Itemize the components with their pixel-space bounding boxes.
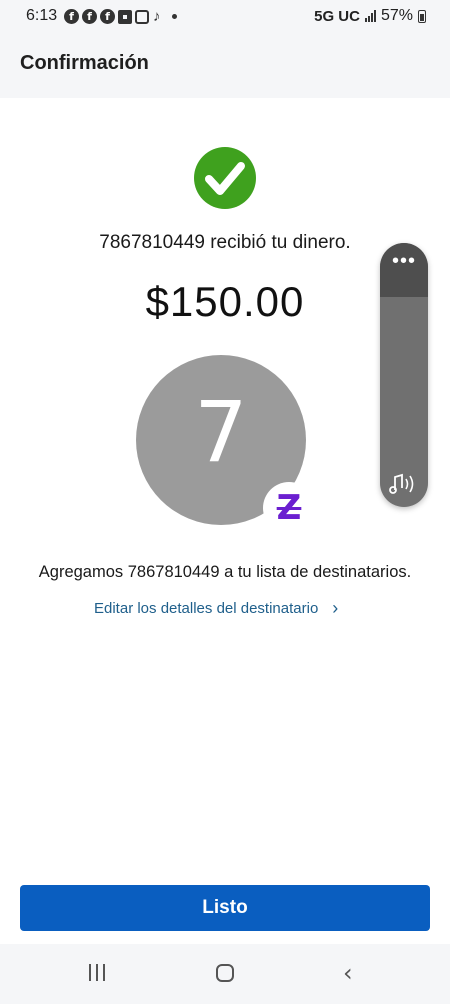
signal-icon: [364, 10, 376, 22]
status-right: 5G UC 57%: [314, 7, 426, 25]
back-icon[interactable]: ‹: [343, 961, 353, 985]
edit-recipient-link[interactable]: Editar los detalles del destinatario ›: [94, 598, 338, 619]
system-nav-bar: ‹: [0, 944, 450, 1004]
zelle-logo: Z: [276, 488, 302, 528]
done-button[interactable]: Listo: [20, 885, 430, 931]
status-time: 6:13: [26, 7, 58, 24]
battery-label: 57%: [380, 7, 413, 24]
app-icon: [135, 9, 149, 24]
facebook-icon: f: [100, 9, 115, 24]
zelle-badge-icon: Z: [263, 482, 315, 534]
recents-icon[interactable]: [89, 964, 105, 981]
success-check-icon: [194, 147, 256, 209]
battery-icon: [418, 9, 426, 23]
edit-recipient-label: Editar los detalles del destinatario: [94, 600, 319, 617]
notification-icons: f f f ♪: [64, 9, 177, 24]
app-header: Confirmación: [0, 34, 450, 98]
sound-icon[interactable]: [389, 471, 419, 497]
avatar-initial: 7: [194, 383, 248, 481]
added-recipient-message: Agregamos 7867810449 a tu lista de desti…: [38, 563, 412, 581]
facebook-icon: f: [64, 9, 79, 24]
status-bar: 6:13 f f f ♪ 5G UC 57%: [0, 0, 450, 34]
more-options-icon[interactable]: •••: [380, 251, 428, 271]
home-icon[interactable]: [216, 964, 234, 982]
tiktok-icon: ♪: [153, 8, 161, 25]
floating-volume-panel[interactable]: •••: [380, 243, 428, 507]
page-title: Confirmación: [20, 52, 149, 74]
network-label: 5G UC: [314, 7, 360, 25]
chevron-right-icon: ›: [332, 598, 339, 618]
notification-dot-icon: [171, 14, 177, 19]
chase-icon: [118, 9, 132, 24]
facebook-icon: f: [82, 9, 97, 24]
